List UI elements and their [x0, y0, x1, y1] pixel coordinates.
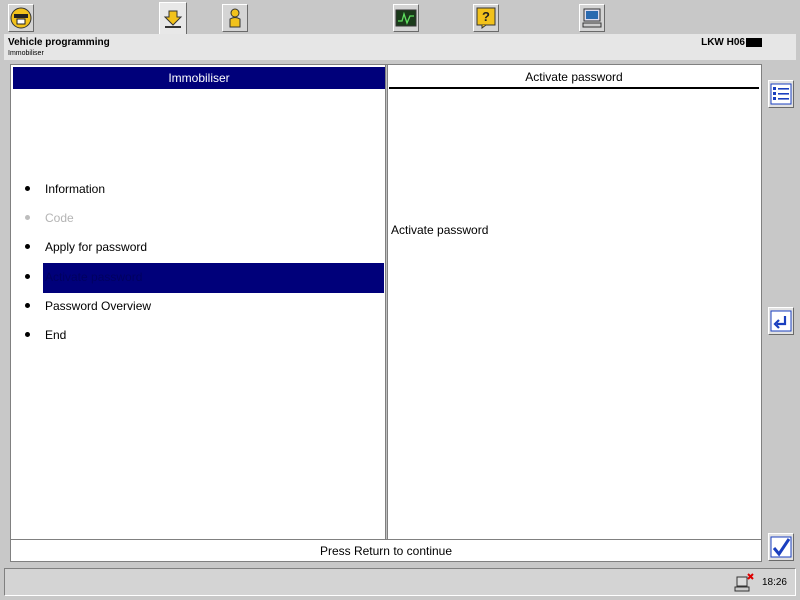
- redacted-mask: [746, 37, 762, 47]
- bullet-icon: [25, 303, 30, 308]
- person-button[interactable]: [222, 4, 248, 32]
- vehicle-indicator: LKW H06: [701, 37, 762, 48]
- function-menu-panel: Immobiliser Information Code Apply for p…: [13, 67, 385, 539]
- confirm-button[interactable]: [768, 533, 794, 561]
- download-icon: [163, 10, 183, 28]
- computer-icon: [582, 8, 602, 28]
- vehicle-label: LKW H06: [701, 37, 745, 48]
- header-bar: Vehicle programming Immobiliser LKW H06: [4, 34, 796, 60]
- detail-text: Activate password: [391, 223, 489, 237]
- help-button[interactable]: ?: [473, 4, 499, 32]
- measurement-button[interactable]: [393, 4, 419, 32]
- menu-item-code: Code: [13, 204, 385, 234]
- menu-item-activate-password[interactable]: Activate password: [13, 263, 385, 293]
- detail-panel-title: Activate password: [389, 67, 759, 89]
- menu-item-label: Code: [45, 211, 74, 225]
- main-panel: Immobiliser Information Code Apply for p…: [10, 64, 762, 562]
- menu-item-password-overview[interactable]: Password Overview: [13, 292, 385, 322]
- return-button[interactable]: [768, 307, 794, 335]
- man-logo-icon: [10, 7, 32, 29]
- page-title: Vehicle programming: [8, 37, 110, 48]
- help-icon: ?: [476, 7, 496, 29]
- status-bar: 18:26: [4, 568, 796, 596]
- clock: 18:26: [761, 577, 787, 588]
- programming-tab[interactable]: [159, 2, 187, 34]
- panel-divider: [385, 65, 388, 539]
- return-icon: [770, 310, 792, 332]
- person-icon: [229, 8, 241, 28]
- bullet-icon: [25, 186, 30, 191]
- menu-item-information[interactable]: Information: [13, 175, 385, 205]
- bullet-icon: [25, 274, 30, 279]
- menu-item-end[interactable]: End: [13, 321, 385, 351]
- bullet-icon: [25, 332, 30, 337]
- menu-panel-title: Immobiliser: [13, 67, 385, 89]
- menu-item-label: Password Overview: [45, 299, 152, 313]
- menu-item-label: End: [45, 328, 67, 342]
- menu-item-label: Information: [45, 182, 106, 196]
- top-toolbar: ?: [0, 0, 800, 34]
- oscilloscope-icon: [395, 9, 417, 27]
- instruction-bar: Press Return to continue: [11, 539, 761, 562]
- network-error-icon: [733, 572, 755, 599]
- list-icon: [770, 83, 792, 105]
- breadcrumb: Immobiliser: [8, 50, 44, 57]
- checkmark-icon: [770, 536, 792, 558]
- computer-button[interactable]: [579, 4, 605, 32]
- bullet-icon: [25, 244, 30, 249]
- menu-item-label: Apply for password: [45, 240, 148, 254]
- detail-panel: Activate password Activate password: [389, 67, 759, 539]
- menu-item-label: Activate password: [45, 270, 143, 284]
- menu-item-apply-for-password[interactable]: Apply for password: [13, 233, 385, 263]
- svg-text:?: ?: [482, 9, 490, 24]
- man-logo-button[interactable]: [8, 4, 34, 32]
- list-button[interactable]: [768, 80, 794, 108]
- bullet-icon: [25, 215, 30, 220]
